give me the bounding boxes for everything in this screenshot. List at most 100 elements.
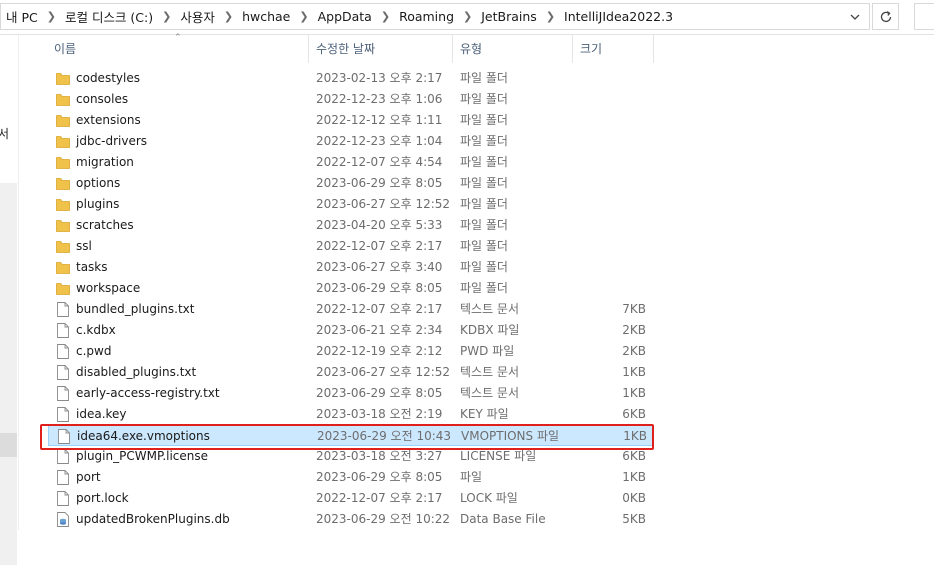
navigation-pane[interactable]: 서 (0, 35, 18, 565)
table-row[interactable]: options 2023-06-29 오후 8:05 파일 폴더 (48, 173, 654, 194)
table-row[interactable]: port.lock 2022-12-07 오후 2:17 LOCK 파일 0KB (48, 488, 654, 509)
file-date: 2022-12-07 오후 2:17 (316, 491, 443, 505)
file-date: 2023-06-29 오후 8:05 (316, 470, 443, 484)
table-row[interactable]: migration 2022-12-07 오후 4:54 파일 폴더 (48, 152, 654, 173)
chevron-right-icon[interactable]: ❯ (158, 10, 175, 23)
table-row[interactable]: c.kdbx 2023-06-21 오후 2:34 KDBX 파일 2KB (48, 320, 654, 341)
file-date: 2023-06-21 오후 2:34 (316, 323, 443, 337)
file-date: 2023-06-27 오후 12:52 (316, 197, 451, 211)
breadcrumb-roaming[interactable]: Roaming (394, 9, 459, 24)
file-type: 파일 폴더 (460, 176, 508, 190)
breadcrumb-this-pc[interactable]: 내 PC (1, 7, 43, 26)
table-row[interactable]: port 2023-06-29 오후 8:05 파일 1KB (48, 467, 654, 488)
address-bar[interactable]: 내 PC ❯ 로컬 디스크 (C:) ❯ 사용자 ❯ hwchae ❯ AppD… (0, 3, 870, 30)
file-type: 파일 폴더 (460, 71, 508, 85)
chevron-down-icon[interactable] (847, 7, 863, 27)
table-row[interactable]: scratches 2023-04-20 오후 5:33 파일 폴더 (48, 215, 654, 236)
file-name: c.kdbx (76, 323, 116, 337)
file-size: 6KB (622, 407, 646, 421)
column-header-row: ⌃ 이름 수정한 날짜 유형 크기 (0, 33, 934, 65)
table-row[interactable]: updatedBrokenPlugins.db 2023-06-29 오전 10:… (48, 509, 654, 530)
pane-divider[interactable] (18, 35, 19, 530)
file-type: VMOPTIONS 파일 (461, 429, 560, 443)
file-type: LOCK 파일 (460, 491, 518, 505)
table-row[interactable]: jdbc-drivers 2022-12-23 오후 1:04 파일 폴더 (48, 131, 654, 152)
file-size: 0KB (622, 491, 646, 505)
chevron-right-icon[interactable]: ❯ (43, 10, 60, 23)
breadcrumb-user[interactable]: hwchae (237, 9, 295, 24)
breadcrumb-users[interactable]: 사용자 (175, 7, 220, 26)
chevron-right-icon[interactable]: ❯ (220, 10, 237, 23)
file-date: 2023-06-29 오후 8:05 (316, 176, 443, 190)
file-name: jdbc-drivers (76, 134, 148, 148)
nav-pane-scroll-area[interactable] (0, 183, 17, 565)
chevron-right-icon[interactable]: ❯ (377, 10, 394, 23)
folder-icon (56, 71, 70, 86)
search-box[interactable] (914, 3, 934, 30)
file-type: KDBX 파일 (460, 323, 520, 337)
table-row[interactable]: plugins 2023-06-27 오후 12:52 파일 폴더 (48, 194, 654, 215)
column-header-name[interactable]: 이름 (48, 35, 308, 65)
file-size: 7KB (622, 302, 646, 316)
file-type: 파일 폴더 (460, 260, 508, 274)
folder-icon (56, 134, 70, 149)
file-date: 2022-12-23 오후 1:06 (316, 92, 443, 106)
file-icon (56, 491, 70, 506)
table-row[interactable]: bundled_plugins.txt 2022-12-07 오후 2:17 텍스트… (48, 299, 654, 320)
db-file-icon (56, 512, 70, 527)
folder-icon (56, 260, 70, 275)
table-row[interactable]: codestyles 2023-02-13 오후 2:17 파일 폴더 (48, 68, 654, 89)
table-row[interactable]: idea.key 2023-03-18 오전 2:19 KEY 파일 6KB (48, 404, 654, 425)
chevron-right-icon[interactable]: ❯ (459, 10, 476, 23)
column-header-size[interactable]: 크기 (574, 35, 654, 65)
file-icon (56, 407, 70, 422)
table-row[interactable]: plugin_PCWMP.license 2023-03-18 오전 3:27 LI… (48, 446, 654, 467)
table-row[interactable]: disabled_plugins.txt 2023-06-27 오후 12:52 텍… (48, 362, 654, 383)
nav-pane-partial-label[interactable]: 서 (0, 125, 9, 142)
breadcrumb-intellij[interactable]: IntelliJIdea2022.3 (559, 9, 678, 24)
file-name: consoles (76, 92, 129, 106)
chevron-right-icon[interactable]: ❯ (295, 10, 312, 23)
refresh-button[interactable] (872, 3, 899, 30)
column-divider[interactable] (308, 35, 309, 63)
folder-icon (56, 176, 70, 191)
file-name: port.lock (76, 491, 129, 505)
file-date: 2023-06-29 오후 8:05 (316, 281, 443, 295)
column-header-type[interactable]: 유형 (454, 35, 572, 65)
file-size: 1KB (622, 365, 646, 379)
breadcrumb-jetbrains[interactable]: JetBrains (476, 9, 542, 24)
file-size: 1KB (622, 470, 646, 484)
file-date: 2023-03-18 오전 2:19 (316, 407, 443, 421)
file-name: scratches (76, 218, 134, 232)
file-name: port (76, 470, 101, 484)
table-row[interactable]: c.pwd 2022-12-19 오후 2:12 PWD 파일 2KB (48, 341, 654, 362)
column-divider[interactable] (653, 35, 654, 63)
file-date: 2023-06-29 오전 10:43 (317, 429, 452, 443)
table-row[interactable]: workspace 2023-06-29 오후 8:05 파일 폴더 (48, 278, 654, 299)
chevron-right-icon[interactable]: ❯ (542, 10, 559, 23)
breadcrumb-local-disk[interactable]: 로컬 디스크 (C:) (60, 7, 158, 26)
file-name: workspace (76, 281, 141, 295)
file-size (568, 257, 646, 278)
table-row-selected[interactable]: idea64.exe.vmoptions 2023-06-29 오전 10:43 V… (48, 425, 654, 446)
table-row[interactable]: tasks 2023-06-27 오후 3:40 파일 폴더 (48, 257, 654, 278)
file-type: Data Base File (460, 512, 546, 526)
file-icon (56, 344, 70, 359)
file-date: 2022-12-07 오후 4:54 (316, 155, 443, 169)
file-name: updatedBrokenPlugins.db (76, 512, 230, 526)
file-date: 2023-03-18 오전 3:27 (316, 449, 443, 463)
table-row[interactable]: ssl 2022-12-07 오후 2:17 파일 폴더 (48, 236, 654, 257)
breadcrumb-appdata[interactable]: AppData (313, 9, 377, 24)
file-type: 파일 폴더 (460, 218, 508, 232)
column-divider[interactable] (572, 35, 573, 63)
column-divider[interactable] (452, 35, 453, 63)
file-date: 2023-06-27 오후 12:52 (316, 365, 451, 379)
folder-icon (56, 239, 70, 254)
column-header-date[interactable]: 수정한 날짜 (310, 35, 453, 65)
table-row[interactable]: consoles 2022-12-23 오후 1:06 파일 폴더 (48, 89, 654, 110)
file-type: 파일 폴더 (460, 134, 508, 148)
file-type: 파일 (460, 470, 483, 484)
table-row[interactable]: early-access-registry.txt 2023-06-29 오후 8… (48, 383, 654, 404)
table-row[interactable]: extensions 2022-12-12 오후 1:11 파일 폴더 (48, 110, 654, 131)
nav-pane-selected-item[interactable] (0, 433, 17, 457)
